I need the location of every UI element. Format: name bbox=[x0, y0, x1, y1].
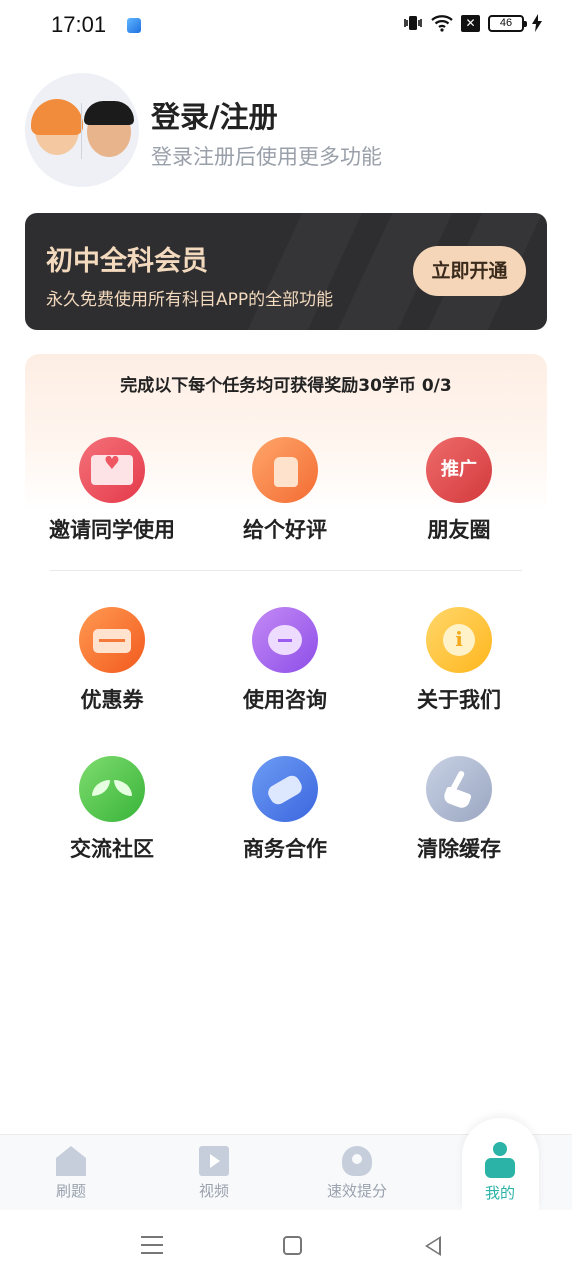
status-time: 17:01 bbox=[51, 12, 107, 37]
rate-app-item[interactable]: 给个好评 bbox=[195, 437, 375, 544]
avatar-girl-icon bbox=[31, 99, 83, 155]
section-divider bbox=[50, 570, 522, 571]
moments-share-item[interactable]: 推广 朋友圈 bbox=[369, 437, 549, 544]
app-notification-icon bbox=[127, 18, 141, 33]
status-icons: ✕ 46 bbox=[403, 14, 542, 32]
home-icon bbox=[56, 1146, 86, 1176]
chat-icon bbox=[252, 607, 318, 673]
invite-icon bbox=[79, 437, 145, 503]
vip-subtitle: 永久免费使用所有科目APP的全部功能 bbox=[46, 290, 334, 310]
tab-boost[interactable]: 速效提分 bbox=[307, 1146, 407, 1201]
avatar[interactable] bbox=[25, 73, 139, 187]
thumbs-up-icon bbox=[252, 437, 318, 503]
invite-classmates-item[interactable]: 邀请同学使用 bbox=[22, 437, 202, 544]
profile-icon bbox=[484, 1142, 516, 1178]
consult-item[interactable]: 使用咨询 bbox=[195, 607, 375, 714]
tab-label: 我的 bbox=[484, 1184, 515, 1202]
activate-vip-button[interactable]: 立即开通 bbox=[413, 246, 526, 296]
avatar-boy-icon bbox=[84, 101, 134, 157]
tab-me[interactable]: 我的 bbox=[450, 1142, 550, 1203]
charging-icon bbox=[532, 14, 542, 32]
sprout-icon bbox=[79, 756, 145, 822]
handshake-icon bbox=[252, 756, 318, 822]
tab-practice[interactable]: 刷题 bbox=[21, 1146, 121, 1201]
back-icon[interactable] bbox=[425, 1236, 441, 1256]
no-sim-icon: ✕ bbox=[461, 14, 480, 32]
system-nav-bar bbox=[0, 1210, 572, 1280]
coupon-item[interactable]: 优惠券 bbox=[22, 607, 202, 714]
grid-label: 给个好评 bbox=[243, 518, 327, 542]
grid-label: 商务合作 bbox=[243, 837, 327, 861]
promote-icon: 推广 bbox=[426, 437, 492, 503]
grid-label: 交流社区 bbox=[70, 837, 154, 861]
tab-label: 视频 bbox=[198, 1182, 229, 1200]
grid-label: 使用咨询 bbox=[243, 688, 327, 712]
coupon-icon bbox=[79, 607, 145, 673]
broom-icon bbox=[426, 756, 492, 822]
tab-label: 速效提分 bbox=[326, 1182, 387, 1200]
rocket-icon bbox=[342, 1146, 372, 1176]
vip-banner[interactable]: 初中全科会员 永久免费使用所有科目APP的全部功能 立即开通 bbox=[25, 213, 547, 330]
grid-label: 关于我们 bbox=[417, 688, 501, 712]
clear-cache-item[interactable]: 清除缓存 bbox=[369, 756, 549, 863]
battery-icon: 46 bbox=[488, 14, 527, 32]
vip-title: 初中全科会员 bbox=[46, 246, 208, 277]
avatar-divider bbox=[81, 103, 82, 159]
login-register-link[interactable]: 登录/注册 bbox=[151, 94, 278, 136]
vibrate-icon bbox=[404, 16, 422, 30]
business-item[interactable]: 商务合作 bbox=[195, 756, 375, 863]
about-us-item[interactable]: 关于我们 bbox=[369, 607, 549, 714]
login-hint: 登录注册后使用更多功能 bbox=[151, 145, 382, 169]
video-icon bbox=[199, 1146, 229, 1176]
grid-label: 朋友圈 bbox=[427, 518, 491, 542]
grid-label: 邀请同学使用 bbox=[49, 518, 175, 542]
wifi-icon bbox=[431, 15, 453, 32]
home-button-icon[interactable] bbox=[283, 1236, 302, 1255]
task-header: 完成以下每个任务均可获得奖励30学币 0/3 bbox=[120, 376, 452, 396]
tab-video[interactable]: 视频 bbox=[164, 1146, 264, 1201]
grid-label: 清除缓存 bbox=[417, 837, 501, 861]
grid-label: 优惠券 bbox=[80, 688, 144, 712]
status-bar: 17:01 ✕ 46 bbox=[0, 0, 572, 52]
info-icon bbox=[426, 607, 492, 673]
menu-icon[interactable] bbox=[141, 1236, 163, 1254]
tab-label: 刷题 bbox=[55, 1182, 86, 1200]
community-item[interactable]: 交流社区 bbox=[22, 756, 202, 863]
